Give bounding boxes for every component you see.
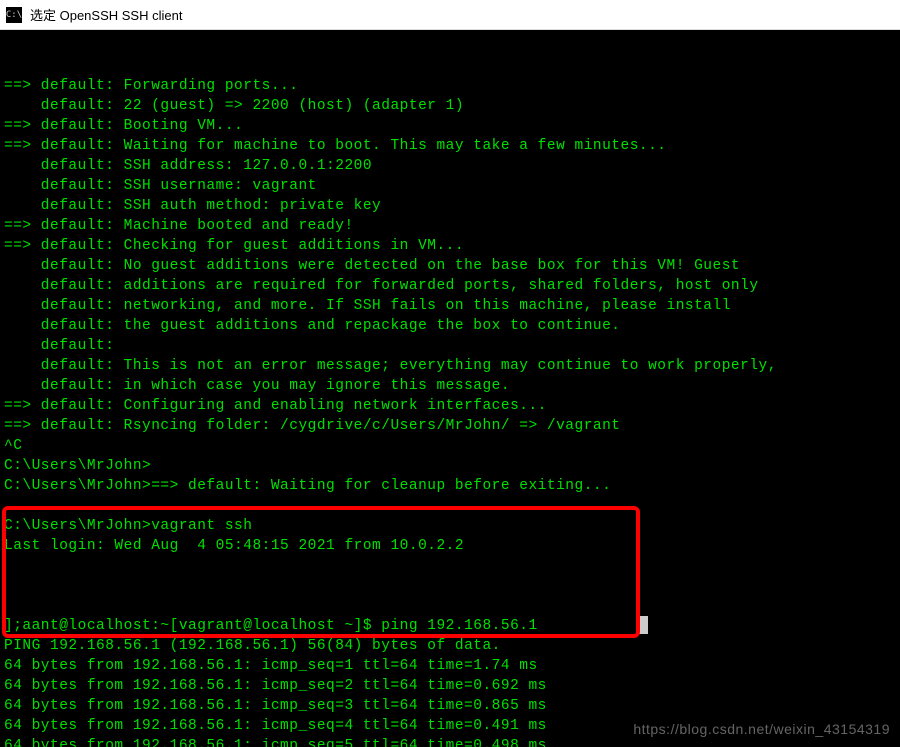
terminal-line: ==> default: Checking for guest addition… bbox=[4, 236, 896, 256]
window-titlebar[interactable]: C:\ 选定 OpenSSH SSH client bbox=[0, 0, 900, 30]
terminal-line: 64 bytes from 192.168.56.1: icmp_seq=3 t… bbox=[4, 696, 896, 716]
terminal-line: default: 22 (guest) => 2200 (host) (adap… bbox=[4, 96, 896, 116]
terminal-line: 64 bytes from 192.168.56.1: icmp_seq=5 t… bbox=[4, 736, 896, 747]
cursor-block bbox=[638, 616, 648, 634]
terminal-line bbox=[4, 556, 896, 576]
terminal-line: 64 bytes from 192.168.56.1: icmp_seq=2 t… bbox=[4, 676, 896, 696]
terminal-line: default: SSH auth method: private key bbox=[4, 196, 896, 216]
terminal-line: default: networking, and more. If SSH fa… bbox=[4, 296, 896, 316]
terminal-line: 64 bytes from 192.168.56.1: icmp_seq=4 t… bbox=[4, 716, 896, 736]
terminal-line: default: No guest additions were detecte… bbox=[4, 256, 896, 276]
terminal-line: ==> default: Forwarding ports... bbox=[4, 76, 896, 96]
terminal-line: default: SSH address: 127.0.0.1:2200 bbox=[4, 156, 896, 176]
terminal-line: ==> default: Waiting for machine to boot… bbox=[4, 136, 896, 156]
terminal-line: C:\Users\MrJohn> bbox=[4, 456, 896, 476]
terminal-line: default: in which case you may ignore th… bbox=[4, 376, 896, 396]
terminal-line bbox=[4, 496, 896, 516]
terminal-line: default: the guest additions and repacka… bbox=[4, 316, 896, 336]
terminal-line: default: This is not an error message; e… bbox=[4, 356, 896, 376]
terminal-line: C:\Users\MrJohn>==> default: Waiting for… bbox=[4, 476, 896, 496]
terminal-line bbox=[4, 576, 896, 596]
terminal-line: default: SSH username: vagrant bbox=[4, 176, 896, 196]
terminal-line: ];aant@localhost:~[vagrant@localhost ~]$… bbox=[4, 616, 896, 636]
app-icon: C:\ bbox=[6, 7, 22, 23]
terminal-output: ==> default: Forwarding ports... default… bbox=[4, 76, 896, 747]
terminal-line: ==> default: Booting VM... bbox=[4, 116, 896, 136]
terminal-line: ==> default: Configuring and enabling ne… bbox=[4, 396, 896, 416]
terminal-line: 64 bytes from 192.168.56.1: icmp_seq=1 t… bbox=[4, 656, 896, 676]
terminal-line: PING 192.168.56.1 (192.168.56.1) 56(84) … bbox=[4, 636, 896, 656]
terminal-line: ==> default: Rsyncing folder: /cygdrive/… bbox=[4, 416, 896, 436]
window-title: 选定 OpenSSH SSH client bbox=[30, 5, 182, 24]
terminal-line: Last login: Wed Aug 4 05:48:15 2021 from… bbox=[4, 536, 896, 556]
terminal-line: C:\Users\MrJohn>vagrant ssh bbox=[4, 516, 896, 536]
terminal-line: default: additions are required for forw… bbox=[4, 276, 896, 296]
terminal-line bbox=[4, 596, 896, 616]
terminal-line: ==> default: Machine booted and ready! bbox=[4, 216, 896, 236]
terminal-line: ^C bbox=[4, 436, 896, 456]
terminal-viewport[interactable]: ==> default: Forwarding ports... default… bbox=[0, 30, 900, 747]
terminal-line: default: bbox=[4, 336, 896, 356]
